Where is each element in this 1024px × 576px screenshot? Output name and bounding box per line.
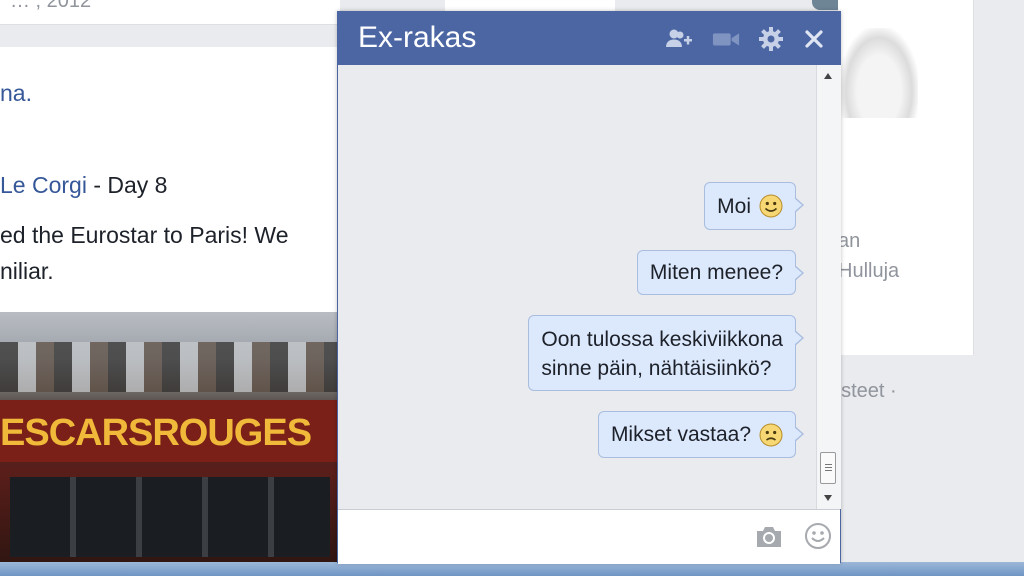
- message-bubble[interactable]: Moi: [704, 182, 804, 230]
- photo-bus-windows: [10, 477, 330, 557]
- message-text: Miten menee?: [649, 261, 783, 284]
- chat-window: Ex-rakas Moi Miten menee? Oon tulossa ke…: [337, 11, 841, 564]
- close-icon[interactable]: [800, 25, 828, 53]
- message-bubble[interactable]: Mikset vastaa?: [597, 411, 805, 458]
- scrollbar-thumb[interactable]: [820, 452, 836, 484]
- ad-text-1: an: [838, 230, 861, 252]
- message-composer: [338, 509, 840, 564]
- add-friend-icon[interactable]: [665, 25, 693, 53]
- ad-text-2: Hulluja: [838, 260, 900, 282]
- photo-bus-sign: ESCARSROUGES: [0, 412, 312, 454]
- message-bubble[interactable]: Miten menee?: [636, 250, 805, 295]
- photo-people: [0, 342, 340, 392]
- emoji-picker-icon[interactable]: [804, 522, 832, 550]
- scroll-up-arrow-icon[interactable]: [824, 73, 832, 79]
- chat-header[interactable]: Ex-rakas: [338, 12, 840, 65]
- post-author-link[interactable]: Le Corgi: [0, 172, 87, 198]
- post-title: Le Corgi - Day 8: [0, 172, 167, 199]
- message-text: Moi: [717, 194, 751, 218]
- post-text-line1: ed the Eurostar to Paris! We: [0, 222, 289, 248]
- feed-link-fragment[interactable]: na.: [0, 80, 32, 107]
- os-taskbar: [0, 562, 1024, 576]
- scroll-down-arrow-icon[interactable]: [824, 495, 832, 501]
- message-bubble[interactable]: Oon tulossa keskiviikkona sinne päin, nä…: [528, 315, 804, 391]
- message-list[interactable]: Moi Miten menee? Oon tulossa keskiviikko…: [338, 65, 816, 509]
- message-scrollbar[interactable]: [816, 65, 841, 509]
- message-text-line: sinne päin, nähtäisiinkö?: [541, 357, 772, 380]
- message-input[interactable]: [348, 518, 742, 556]
- smile-emoji-icon: [759, 194, 783, 218]
- feed-top-bar: … , 2012: [0, 0, 340, 25]
- chat-title[interactable]: Ex-rakas: [358, 21, 476, 55]
- message-text: Mikset vastaa?: [610, 423, 751, 446]
- post-title-rest: - Day 8: [86, 172, 168, 198]
- gear-icon[interactable]: [757, 25, 785, 53]
- frown-emoji-icon: [759, 423, 783, 446]
- ad-shoe-image[interactable]: [840, 28, 918, 118]
- camera-icon[interactable]: [754, 523, 784, 551]
- post-photo[interactable]: ESCARSROUGES: [0, 312, 340, 576]
- message-text-line: Oon tulossa keskiviikkona: [541, 328, 783, 351]
- feed-top-partial-text: … , 2012: [10, 0, 92, 12]
- post-text-line2: niliar.: [0, 258, 54, 284]
- video-call-icon[interactable]: [712, 25, 740, 53]
